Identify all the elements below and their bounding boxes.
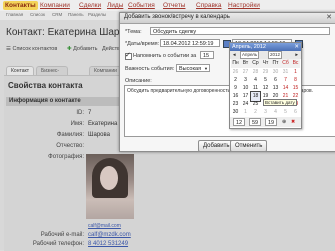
subject-input[interactable]: Обсудить сделку [150,27,330,35]
page-title: Контакт: Екатерина Шарова [6,27,136,38]
field-label-patronymic: Отчество: [56,143,84,149]
date-picker-nav: ◄ Апрель 2012 ► [230,51,301,59]
reminder-minutes-input[interactable]: 15 [200,51,214,59]
weekday-label: Пн [232,60,239,66]
subject-label: *Тема: [125,29,142,35]
add-event-dialog: Добавить звонок/встречу в календарь ✕ *Т… [119,12,335,152]
field-value-id: 7 [88,110,92,116]
dates-label: *Даты/время: [125,41,160,47]
date-picker: Апрель, 2012 ✕ ◄ Апрель 2012 ► Пн Вт Ср … [229,42,302,129]
list-icon: ☰ [6,46,11,52]
close-icon[interactable]: ✕ [325,14,333,22]
nav-help[interactable]: Справка [194,1,224,10]
field-value-last-name: Шарова [88,132,110,138]
calendar-day[interactable]: 2 [251,108,260,117]
field-label-email: Рабочий e-mail: [40,232,84,238]
time-row: 12 59 19 ⊕ ✖ [230,117,301,127]
info-section-header: Информация о контакте [6,97,129,106]
subnav-item[interactable]: Панель [68,12,84,17]
month-select[interactable]: Апрель [240,51,260,59]
subnav-item[interactable]: Разделы [88,12,106,17]
subnav-item[interactable]: Главная [6,12,23,17]
field-value-phone[interactable]: 8 4012 531249 [88,241,128,247]
weekday-row: Пн Вт Ср Чт Пт Сб Вс [231,59,300,68]
calendar-week-row: 30 1 2 3 4 5 6 [231,108,300,117]
properties-title: Свойства контакта [8,81,83,90]
weekday-label: Ср [252,60,259,66]
nav-companies[interactable]: Компании [38,1,72,10]
calendar-day[interactable]: 6 [291,108,300,117]
weekday-label: Вт [242,60,249,66]
prev-month-icon[interactable]: ◄ [232,51,236,59]
calendar-day[interactable]: 1 [241,108,250,117]
field-label-id: ID: [76,110,84,116]
chevron-down-icon: ▼ [204,66,208,71]
description-label: Описание: [125,78,152,84]
reminder-checkbox[interactable] [125,51,132,60]
clear-icon[interactable]: ✖ [291,117,295,127]
contact-list-label: Список контактов [12,46,58,52]
plus-icon: ✚ [67,46,72,52]
weekday-label: Сб [282,60,289,66]
minutes-input[interactable]: 59 [249,118,261,126]
calendar-day[interactable]: 4 [271,108,280,117]
cancel-button[interactable]: Отменить [230,140,268,152]
calendar-day[interactable]: 5 [281,108,290,117]
field-label-last-name: Фамилия: [56,132,84,138]
nav-settings[interactable]: Настройки [226,1,262,10]
subnav-item[interactable]: Список [30,12,45,17]
field-label-phone: Рабочий телефон: [32,241,84,247]
nav-deals[interactable]: Сделки [77,1,103,10]
calendar-day[interactable]: 30 [231,108,240,117]
contact-photo [86,154,134,219]
hours-input[interactable]: 12 [233,118,245,126]
add-button[interactable]: ✚ Добавить [67,46,97,52]
date-from-input[interactable]: 18.04.2012 12:59:19 [160,39,220,47]
next-month-icon[interactable]: ► [295,51,299,59]
clock-icon[interactable]: ⊕ [282,117,286,127]
contact-list-button[interactable]: ☰ Список контактов [6,46,57,52]
year-select[interactable]: 2012 [268,51,283,59]
weekday-label: Пт [272,60,279,66]
dialog-title: Добавить звонок/встречу в календарь [124,14,230,20]
close-icon[interactable]: ✕ [294,43,299,51]
date-picker-header: Апрель, 2012 ✕ [230,43,301,51]
dialog-titlebar[interactable]: Добавить звонок/встречу в календарь ✕ [120,13,335,24]
subnav-item[interactable]: CRM [52,12,62,17]
importance-label: Важность события: [125,66,175,72]
nav-leads[interactable]: Лиды [105,1,125,10]
field-label-first-name: Имя: [70,121,84,127]
field-label-photo: Фотография: [48,154,84,160]
calendar-day[interactable]: 3 [261,108,270,117]
insert-date-tooltip: Вставить дату [263,99,297,106]
weekday-label: Вс [292,60,299,66]
date-picker-title: Апрель, 2012 [232,44,266,50]
importance-value: Высокая [179,66,202,72]
top-navigation: Контакты Компании Сделки Лиды События От… [0,0,335,11]
add-label: Добавить [73,46,98,52]
field-value-first-name: Екатерина [88,121,118,127]
photo-link[interactable]: calf@mail.com [88,223,121,229]
seconds-input[interactable]: 19 [265,118,277,126]
importance-select[interactable]: Высокая ▼ [176,64,210,72]
nav-reports[interactable]: Отчеты [161,1,187,10]
nav-contacts[interactable]: Контакты [3,1,38,10]
nav-events[interactable]: События [126,1,157,10]
reminder-label: Напомнить о событии за [133,53,197,59]
field-value-email[interactable]: calf@mzdk.com [88,232,131,238]
weekday-label: Чт [262,60,269,66]
